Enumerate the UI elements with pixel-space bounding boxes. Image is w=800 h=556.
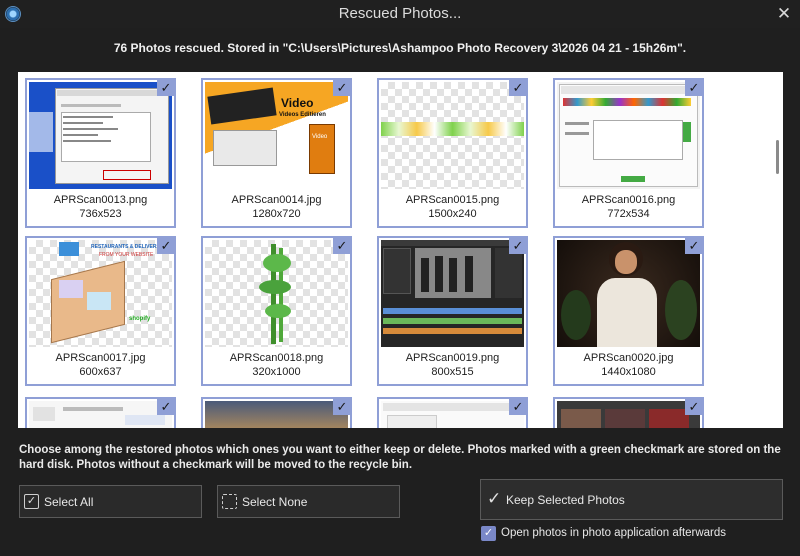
thumb-text: Video: [281, 96, 314, 110]
checkbox-empty-icon: [222, 494, 237, 509]
photo-filename: APRScan0016.png: [581, 194, 676, 206]
window-title: Rescued Photos...: [338, 5, 462, 22]
open-afterwards-label[interactable]: Open photos in photo application afterwa…: [501, 527, 726, 539]
thumb-text: Video: [312, 134, 328, 140]
keep-checkmark[interactable]: ✓: [509, 398, 527, 415]
keep-checkmark[interactable]: ✓: [509, 237, 527, 254]
photo-dimensions: 1500x240: [428, 208, 477, 220]
photo-thumbnail[interactable]: [205, 401, 348, 428]
thumb-text: FROM YOUR WEBSITE: [99, 252, 154, 258]
photo-card[interactable]: ✓ APRScan0018.png 320x1000: [201, 236, 352, 386]
keep-checkmark[interactable]: ✓: [333, 398, 351, 415]
photo-thumbnail[interactable]: [557, 82, 700, 189]
photo-card[interactable]: ✓: [201, 397, 352, 428]
photo-thumbnail[interactable]: [29, 82, 172, 189]
photo-thumbnail[interactable]: [381, 240, 524, 347]
keep-selected-label: Keep Selected Photos: [506, 493, 625, 507]
photo-thumbnail[interactable]: [381, 401, 524, 428]
photo-thumbnail[interactable]: [557, 401, 700, 428]
checkbox-checked-icon: ✓: [24, 494, 39, 509]
keep-checkmark[interactable]: ✓: [685, 398, 703, 415]
thumb-text: shopify: [129, 316, 151, 322]
title-bar: Rescued Photos... ✕: [0, 0, 800, 28]
keep-checkmark[interactable]: ✓: [509, 79, 527, 96]
photo-dimensions: 1280x720: [252, 208, 301, 220]
photo-filename: APRScan0014.jpg: [231, 194, 322, 206]
photo-thumbnail[interactable]: Video Videos Editieren Video: [205, 82, 348, 189]
photo-dimensions: 772x534: [607, 208, 650, 220]
select-none-button[interactable]: Select None: [217, 485, 400, 518]
photo-card[interactable]: ✓: [377, 397, 528, 428]
checkmark-icon: ✓: [487, 489, 502, 508]
photo-card[interactable]: ✓ APRScan0019.png 800x515: [377, 236, 528, 386]
photo-dimensions: 600x637: [79, 366, 122, 378]
thumb-text: RESTAURANTS & DELIVERS: [91, 244, 160, 250]
photo-card[interactable]: ✓ APRScan0016.png 772x534: [553, 78, 704, 228]
keep-selected-button[interactable]: ✓ Keep Selected Photos: [480, 479, 783, 520]
photo-card[interactable]: ✓: [25, 397, 176, 428]
keep-checkmark[interactable]: ✓: [157, 79, 175, 96]
select-all-label: Select All: [44, 495, 94, 509]
photo-card[interactable]: ✓ APRScan0013.png 736x523: [25, 78, 176, 228]
select-none-label: Select None: [242, 495, 308, 509]
photo-thumbnail[interactable]: [381, 82, 524, 189]
photo-dimensions: 736x523: [79, 208, 122, 220]
photo-thumbnail[interactable]: [29, 401, 172, 428]
photo-filename: APRScan0013.png: [53, 194, 148, 206]
photo-filename: APRScan0018.png: [229, 352, 324, 364]
photo-card[interactable]: RESTAURANTS & DELIVERS FROM YOUR WEBSITE…: [25, 236, 176, 386]
photo-card[interactable]: ✓ APRScan0020.jpg 1440x1080: [553, 236, 704, 386]
photo-card[interactable]: ✓: [553, 397, 704, 428]
photo-dimensions: 800x515: [431, 366, 474, 378]
photo-card[interactable]: Video Videos Editieren Video ✓ APRScan00…: [201, 78, 352, 228]
keep-checkmark[interactable]: ✓: [157, 237, 175, 254]
scrollbar-thumb[interactable]: [776, 140, 779, 174]
gallery-scrollbar[interactable]: [771, 72, 783, 428]
photo-thumbnail[interactable]: RESTAURANTS & DELIVERS FROM YOUR WEBSITE…: [29, 240, 172, 347]
photo-dimensions: 1440x1080: [601, 366, 656, 378]
photo-filename: APRScan0015.png: [405, 194, 500, 206]
info-text: Choose among the restored photos which o…: [19, 444, 781, 471]
select-all-button[interactable]: ✓ Select All: [19, 485, 202, 518]
photo-gallery[interactable]: ✓ APRScan0013.png 736x523 Video Videos E…: [18, 72, 783, 428]
photo-filename: APRScan0020.jpg: [583, 352, 674, 364]
photo-thumbnail[interactable]: [557, 240, 700, 347]
photo-filename: APRScan0017.jpg: [55, 352, 146, 364]
rescue-summary: 76 Photos rescued. Stored in "C:\Users\P…: [113, 41, 687, 55]
keep-checkmark[interactable]: ✓: [157, 398, 175, 415]
keep-checkmark[interactable]: ✓: [685, 237, 703, 254]
photo-dimensions: 320x1000: [252, 366, 301, 378]
keep-checkmark[interactable]: ✓: [333, 79, 351, 96]
photo-filename: APRScan0019.png: [405, 352, 500, 364]
photo-thumbnail[interactable]: [205, 240, 348, 347]
close-button[interactable]: ✕: [774, 4, 794, 24]
keep-checkmark[interactable]: ✓: [685, 79, 703, 96]
thumb-text: Videos Editieren: [279, 112, 326, 118]
keep-checkmark[interactable]: ✓: [333, 237, 351, 254]
open-afterwards-checkbox[interactable]: ✓: [481, 526, 496, 541]
photo-card[interactable]: ✓ APRScan0015.png 1500x240: [377, 78, 528, 228]
